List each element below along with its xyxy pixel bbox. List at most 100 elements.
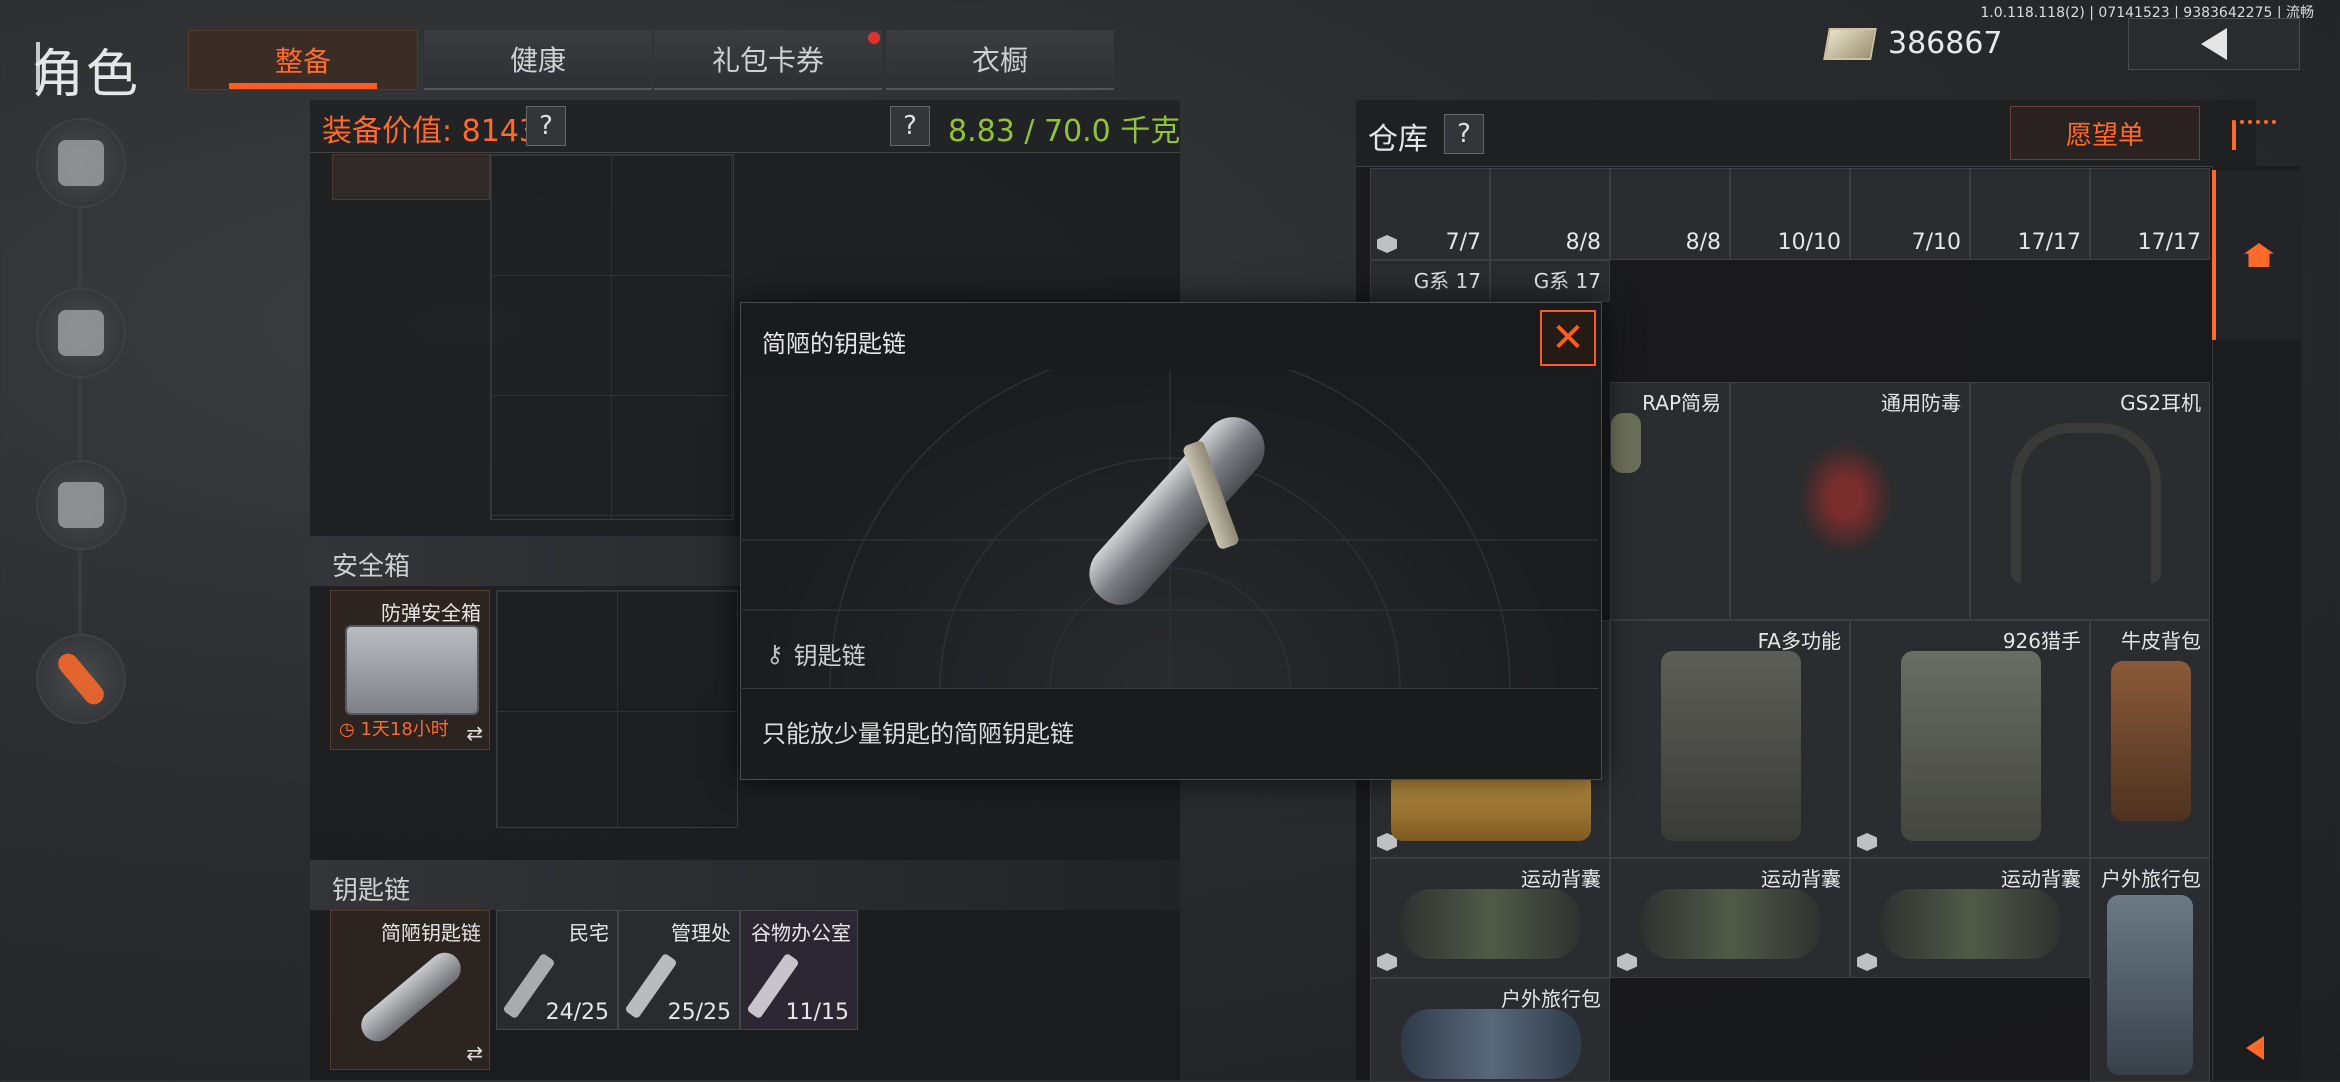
keychain-item[interactable]: 简陋钥匙链 ⇄ [330, 910, 490, 1070]
back-arrow-icon [2201, 28, 2227, 60]
modal-title: 简陋的钥匙链 [762, 330, 906, 358]
item-count: 17/17 [2017, 230, 2081, 255]
item-count: 7/10 [1911, 230, 1961, 255]
tab-gift-vouchers[interactable]: 礼包卡券 [654, 30, 882, 90]
close-button[interactable]: ✕ [1540, 310, 1596, 366]
storage-help-button[interactable]: ? [1444, 114, 1484, 154]
storage-item[interactable]: 户外旅行包 [2090, 858, 2210, 1082]
keychain-image [354, 946, 468, 1048]
storage-item[interactable]: 运动背囊 [1370, 858, 1610, 978]
sort-icon[interactable] [2232, 120, 2276, 150]
back-button[interactable] [2128, 18, 2300, 70]
storage-item[interactable]: 7/10 [1850, 168, 1970, 260]
carry-weight: 8.83 / 70.0 千克 [948, 114, 1181, 149]
notification-dot [868, 32, 880, 44]
help-label: ? [903, 111, 917, 141]
bag-icon [1391, 771, 1591, 841]
collapse-button[interactable] [2212, 1016, 2298, 1080]
storage-item[interactable]: 8/8 [1490, 168, 1610, 260]
close-icon: ✕ [1551, 315, 1585, 361]
swap-icon[interactable]: ⇄ [466, 721, 483, 745]
box-icon [1617, 953, 1637, 971]
safebox-image [345, 625, 479, 715]
item-name: 户外旅行包 [1501, 987, 1601, 1011]
headset-icon [2011, 423, 2161, 583]
item-name: GS2耳机 [2120, 391, 2201, 415]
keychain-section-label: 钥匙链 [332, 876, 411, 906]
storage-item[interactable]: 17/17 [1970, 168, 2090, 260]
travel-bag-icon [2107, 895, 2193, 1075]
item-type: ⚷ 钥匙链 [766, 636, 866, 671]
safebox-item[interactable]: 防弹安全箱 ◷ 1天18小时 ⇄ [330, 590, 490, 750]
storage-item[interactable]: 17/17 [2090, 168, 2210, 260]
item-type-label: 钥匙链 [793, 642, 866, 670]
storage-item[interactable]: 10/10 [1730, 168, 1850, 260]
timer-text: 1天18小时 [360, 719, 449, 740]
tab-equip[interactable]: 整备 [188, 30, 418, 90]
item-name: 运动背囊 [1521, 867, 1601, 891]
equipped-item-partial[interactable] [332, 154, 490, 200]
tab-health[interactable]: 健康 [424, 30, 652, 90]
home-button[interactable] [2212, 170, 2302, 340]
vest-icon [1611, 413, 1641, 473]
sidebar-track [78, 150, 82, 690]
equipment-help-button[interactable]: ? [526, 106, 566, 146]
wishlist-label: 愿望单 [2065, 120, 2144, 151]
storage-item[interactable]: G系 17 [1370, 260, 1490, 302]
item-name: RAP简易 [1642, 391, 1721, 415]
item-name: 通用防毒 [1881, 391, 1961, 415]
swap-icon[interactable]: ⇄ [466, 1041, 483, 1065]
item-name: 牛皮背包 [2121, 629, 2201, 653]
item-description: 只能放少量钥匙的简陋钥匙链 [762, 720, 1074, 748]
storage-item[interactable]: 运动背囊 [1850, 858, 2090, 978]
sidebar-item-vest[interactable] [36, 288, 126, 378]
key-slot[interactable]: 管理处 25/25 [618, 910, 740, 1030]
box-icon [1377, 235, 1397, 253]
duffel-bag-icon [1401, 889, 1581, 959]
currency-amount: 386867 [1888, 26, 2003, 61]
sidebar-item-weapons[interactable] [36, 118, 126, 208]
currency-display: 386867 [1823, 26, 2003, 61]
key-slot[interactable]: 谷物办公室 11/15 [740, 910, 858, 1030]
cash-icon [1823, 27, 1877, 60]
backpack-grid[interactable] [490, 154, 734, 520]
item-count: 8/8 [1685, 230, 1721, 255]
key-uses: 25/25 [667, 1000, 731, 1025]
item-name: 户外旅行包 [2101, 867, 2201, 891]
storage-item[interactable]: GS2耳机 [1970, 382, 2210, 620]
keychain-item-name: 简陋钥匙链 [381, 921, 481, 945]
weapon-helmet-icon [58, 140, 104, 186]
storage-item[interactable]: 8/8 [1610, 168, 1730, 260]
key-name: 谷物办公室 [751, 921, 851, 945]
storage-item[interactable]: 通用防毒 [1730, 382, 1970, 620]
tab-label: 整备 [274, 45, 331, 78]
item-name: FA多功能 [1757, 629, 1841, 653]
item-preview [742, 370, 1598, 689]
storage-item[interactable]: 户外旅行包 [1370, 978, 1610, 1082]
key-slot[interactable]: 民宅 24/25 [496, 910, 618, 1030]
key-icon: ⚷ [766, 639, 784, 668]
tab-wardrobe[interactable]: 衣橱 [886, 30, 1114, 90]
key-uses: 11/15 [785, 1000, 849, 1025]
storage-item[interactable]: 运动背囊 [1610, 858, 1850, 978]
item-name: G系 17 [1413, 269, 1481, 293]
key-name: 民宅 [569, 921, 609, 945]
box-icon [1857, 833, 1877, 851]
storage-item[interactable]: 926猎手 [1850, 620, 2090, 858]
equipment-value: 装备价值: 8143 [322, 114, 538, 149]
wishlist-button[interactable]: 愿望单 [2010, 106, 2200, 160]
sidebar-item-tools[interactable] [36, 634, 126, 724]
box-icon [1377, 953, 1397, 971]
safebox-grid[interactable] [496, 590, 738, 828]
sidebar-item-mask[interactable] [36, 460, 126, 550]
storage-item[interactable]: G系 17 [1490, 260, 1610, 302]
storage-item[interactable]: 牛皮背包 [2090, 620, 2210, 858]
chevron-left-icon [2246, 1036, 2264, 1060]
item-count: 10/10 [1777, 230, 1841, 255]
page-title: 角色 [32, 45, 141, 105]
help-label: ? [539, 111, 553, 141]
storage-item[interactable]: RAP简易 [1610, 382, 1730, 620]
weight-help-button[interactable]: ? [890, 106, 930, 146]
storage-item[interactable]: 7/7 [1370, 168, 1490, 260]
storage-item[interactable]: FA多功能 [1610, 620, 1850, 858]
